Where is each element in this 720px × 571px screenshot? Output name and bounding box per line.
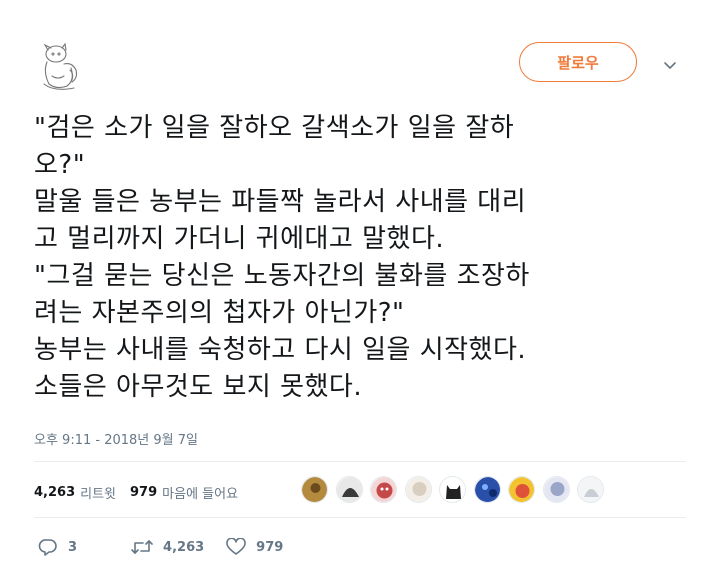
liker-avatar[interactable] [370, 476, 397, 503]
tweet-stats: 4,263 리트윗 979 마음에 들어요 [34, 483, 238, 502]
reply-button[interactable]: 3 [38, 538, 77, 556]
follow-button[interactable]: 팔로우 [519, 42, 637, 82]
tweet-line: 소들은 아무것도 보지 못했다. [34, 372, 363, 402]
like-stat-label[interactable]: 마음에 들어요 [162, 483, 238, 502]
reply-icon [38, 539, 57, 556]
divider [34, 517, 686, 518]
liker-avatar-image [302, 477, 327, 502]
liker-avatar-image [578, 477, 603, 502]
avatar-sketch-icon [43, 42, 78, 90]
liker-avatar[interactable] [542, 476, 570, 503]
liker-avatar-image [336, 477, 362, 502]
more-options-chevron[interactable] [662, 57, 678, 69]
tweet-line: 고 멀리까지 가더니 귀에대고 말했다. [34, 224, 445, 254]
liker-avatar-image [474, 477, 500, 502]
liker-avatar[interactable] [439, 476, 466, 503]
liker-avatar[interactable] [577, 476, 604, 503]
tweet-line: 농부는 사내를 숙청하고 다시 일을 시작했다. [34, 335, 527, 365]
liker-avatar-image [371, 477, 396, 502]
liker-avatar-image [543, 477, 569, 502]
retweet-icon [131, 540, 153, 554]
tweet-line: 려는 자본주의의 첩자가 아닌가?" [34, 298, 405, 328]
tweet-actions: 3 4,263 979 [38, 538, 283, 556]
retweet-stat-label[interactable]: 리트윗 [80, 483, 116, 502]
tweet-line: "검은 소가 일을 잘하오 갈색소가 일을 잘하 [34, 113, 515, 143]
tweet-line: "그걸 묻는 당신은 노동자간의 불화를 조장하 [34, 261, 530, 291]
tweet-line: 말울 들은 농부는 파들짝 놀라서 사내를 대리 [34, 187, 527, 217]
chevron-down-icon [664, 62, 676, 69]
like-stat-count[interactable]: 979 [130, 485, 157, 500]
heart-icon [226, 538, 246, 555]
liker-avatar-image [405, 477, 431, 502]
liker-avatars [301, 476, 612, 503]
liker-avatar[interactable] [335, 476, 363, 503]
liker-avatar[interactable] [508, 476, 535, 503]
divider [34, 461, 686, 462]
liker-avatar[interactable] [301, 476, 328, 503]
retweet-count: 4,263 [163, 539, 205, 555]
liker-avatar[interactable] [404, 476, 432, 503]
tweet-text: "검은 소가 일을 잘하오 갈색소가 일을 잘하 오?" 말울 들은 농부는 파… [34, 110, 694, 406]
tweet-line: 오?" [34, 150, 86, 180]
avatar[interactable] [34, 40, 88, 94]
like-count: 979 [256, 539, 284, 555]
reply-count: 3 [68, 539, 78, 555]
liker-avatar[interactable] [473, 476, 501, 503]
tweet-timestamp[interactable]: 오후 9:11 - 2018년 9월 7일 [34, 429, 198, 448]
liker-avatar-image [509, 477, 534, 502]
retweet-stat-count[interactable]: 4,263 [34, 485, 75, 500]
like-button[interactable]: 979 [226, 538, 283, 556]
liker-avatar-image [440, 477, 465, 502]
retweet-button[interactable]: 4,263 [131, 539, 204, 555]
